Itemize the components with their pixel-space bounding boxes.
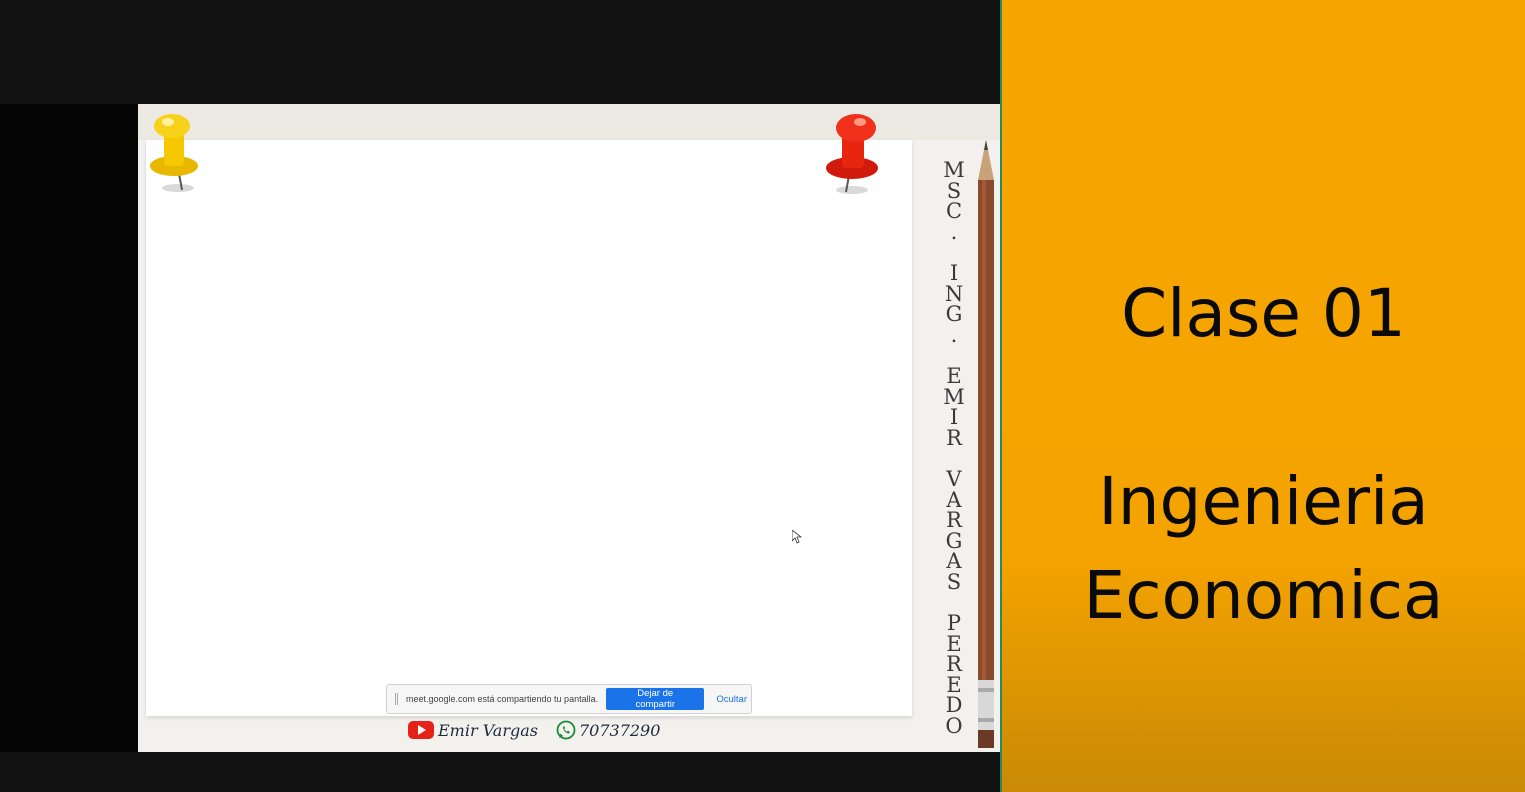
- slide-footer-credit: Emir Vargas 70737290: [408, 716, 660, 744]
- author-name-letter: D: [945, 693, 963, 718]
- lesson-number-title: Clase 01: [1121, 275, 1406, 352]
- shared-screen-video: MSC. ING. EMIR VARGAS PEREDO meet.google…: [0, 0, 1000, 792]
- course-title-line-2: Economica: [1083, 557, 1444, 634]
- author-name-letter: G: [945, 302, 963, 327]
- author-name-letter: C: [945, 199, 963, 224]
- pushpin-red-icon: [826, 114, 878, 194]
- course-title-line-1: Ingenieria: [1098, 463, 1429, 540]
- whatsapp-number: 70737290: [578, 720, 661, 740]
- author-name-letter: I: [949, 260, 959, 285]
- author-name-letter: [951, 592, 958, 613]
- hide-button[interactable]: Ocultar: [712, 694, 751, 705]
- pushpin-yellow-icon: [150, 114, 198, 192]
- drag-handle-icon[interactable]: [395, 693, 398, 705]
- author-name-letter: E: [946, 631, 962, 656]
- author-name-letter: M: [943, 384, 965, 409]
- author-name-letter: A: [946, 487, 962, 512]
- presentation-slide: MSC. ING. EMIR VARGAS PEREDO meet.google…: [138, 104, 1000, 752]
- lesson-title-panel: Clase 01 Ingenieria Economica: [1000, 0, 1525, 792]
- blank-paper-sheet: [146, 140, 912, 716]
- mouse-cursor-icon: [792, 530, 802, 544]
- video-left-letterbox: [0, 104, 138, 752]
- author-name-letter: O: [945, 714, 963, 739]
- author-name-letter: S: [946, 178, 962, 203]
- author-name-letter: E: [946, 672, 962, 697]
- author-name-letter: V: [946, 466, 962, 491]
- pencil-icon: [978, 140, 994, 748]
- author-name-letter: N: [944, 281, 964, 306]
- author-name-letter: M: [943, 158, 965, 182]
- author-name-letter: P: [946, 611, 962, 636]
- author-name-letter: [951, 448, 958, 469]
- author-name-letter: [951, 242, 958, 263]
- author-name-letter: .: [950, 322, 958, 347]
- author-name-letter: S: [946, 569, 962, 594]
- author-name-letter: R: [946, 652, 962, 677]
- author-name-letter: E: [946, 363, 962, 388]
- author-name-letter: R: [946, 425, 962, 450]
- author-name-letter: G: [945, 528, 963, 553]
- author-name-letter: .: [950, 219, 958, 244]
- author-name-letter: I: [949, 405, 959, 430]
- whatsapp-icon: [556, 720, 576, 740]
- author-name-letter: A: [946, 549, 962, 574]
- author-name-letter: R: [946, 508, 962, 533]
- author-name-letter: [951, 345, 958, 366]
- stop-sharing-button[interactable]: Dejar de compartir: [606, 688, 705, 710]
- youtube-icon: [408, 721, 434, 739]
- screen-share-notification-bar: meet.google.com está compartiendo tu pan…: [386, 684, 752, 714]
- share-status-message: meet.google.com está compartiendo tu pan…: [405, 694, 599, 704]
- channel-name: Emir Vargas: [438, 720, 538, 740]
